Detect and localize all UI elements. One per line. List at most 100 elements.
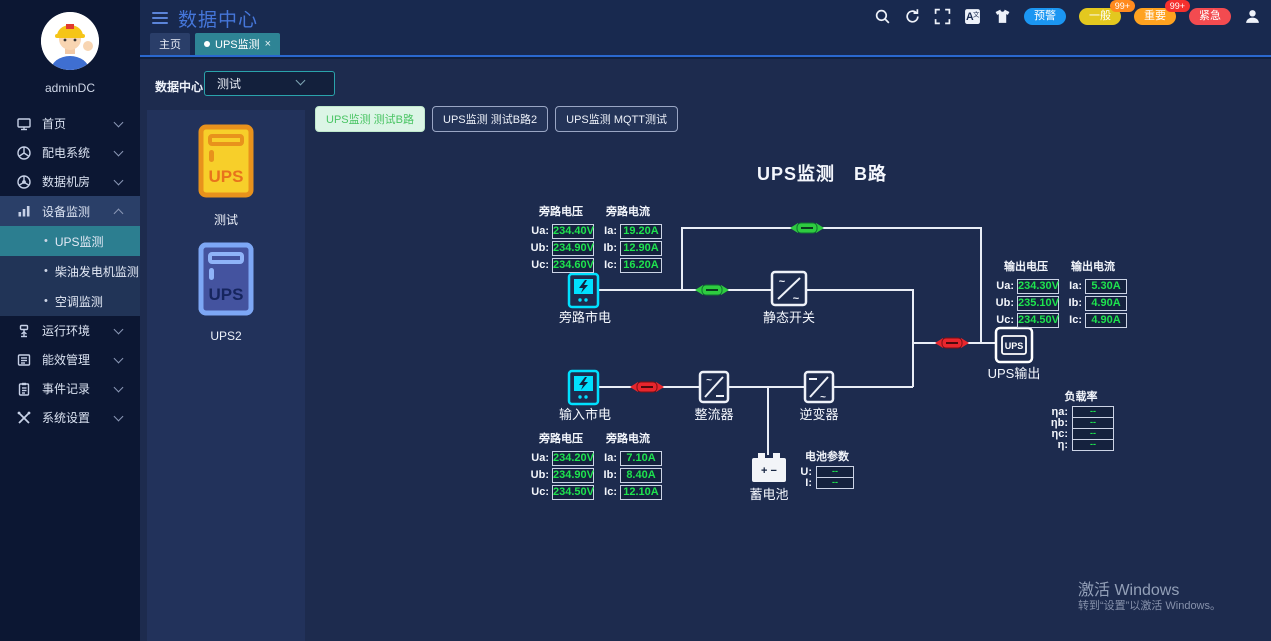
sidebar-item-data-room[interactable]: 数据机房 bbox=[0, 167, 140, 196]
switch-closed-green-icon bbox=[695, 285, 729, 295]
avatar[interactable]: adminDC bbox=[0, 0, 140, 95]
svg-text:~: ~ bbox=[779, 276, 786, 288]
svg-text:+ −: + − bbox=[761, 465, 777, 477]
rectifier-icon: ~ bbox=[700, 372, 728, 402]
sidebar-item-home[interactable]: 首页 bbox=[0, 109, 140, 138]
chip-mqtt-test[interactable]: UPS监测 MQTT测试 bbox=[555, 106, 678, 132]
svg-text:UPS: UPS bbox=[209, 167, 244, 186]
bypass-readings-bottom: 旁路电压 旁路电流 Ua:234.20V Ia:7.10A Ub:234.90V… bbox=[528, 430, 662, 500]
bypass-mains-icon bbox=[569, 274, 598, 307]
sidebar-item-energy[interactable]: 能效管理 bbox=[0, 345, 140, 374]
alert-button-warning[interactable]: 预警 bbox=[1024, 8, 1066, 25]
important-alert-badge: 99+ bbox=[1165, 0, 1190, 12]
ups-cabinet-blue-icon: UPS bbox=[198, 242, 254, 316]
svg-text:~: ~ bbox=[706, 375, 712, 386]
sidebar-item-ups-monitor[interactable]: UPS监测 bbox=[0, 226, 140, 256]
device-ups-test[interactable]: UPS 测试 bbox=[147, 124, 305, 228]
value-box: 234.90V bbox=[552, 468, 594, 483]
value-box: 234.50V bbox=[552, 485, 594, 500]
sidebar-menu: 首页 配电系统 数据机房 bbox=[0, 109, 140, 432]
fullscreen-icon[interactable] bbox=[934, 8, 951, 25]
svg-text:~: ~ bbox=[793, 293, 800, 305]
ups-output-icon: UPS bbox=[996, 328, 1032, 362]
chevron-down-icon bbox=[114, 146, 124, 156]
hamburger-menu-icon[interactable] bbox=[152, 9, 168, 27]
sidebar-group-device-monitor: 设备监测 UPS监测 柴油发电机监测 空调监测 bbox=[0, 196, 140, 316]
value-box: 234.30V bbox=[1017, 279, 1059, 294]
output-readings: 输出电压 输出电流 Ua:234.30V Ia:5.30A Ub:235.10V… bbox=[993, 258, 1127, 328]
svg-text:UPS: UPS bbox=[1005, 341, 1024, 351]
svg-text:旁路市电: 旁路市电 bbox=[559, 310, 611, 325]
theme-shirt-icon[interactable] bbox=[994, 8, 1011, 25]
device-ups-2[interactable]: UPS UPS2 bbox=[147, 242, 305, 343]
search-icon[interactable] bbox=[874, 8, 891, 25]
load-rate-readings: 负载率 ηa:-- ηb:-- ηc:-- η:-- bbox=[1048, 388, 1114, 451]
alert-button-general[interactable]: 一般 99+ bbox=[1079, 8, 1121, 25]
sidebar-item-settings[interactable]: 系统设置 bbox=[0, 403, 140, 432]
battery-params-readings: 电池参数 U:-- I:-- bbox=[800, 448, 854, 489]
windows-watermark-subtitle: 转到“设置”以激活 Windows。 bbox=[1078, 597, 1221, 613]
tab-home[interactable]: 主页 bbox=[150, 33, 190, 55]
sidebar-item-events[interactable]: 事件记录 bbox=[0, 374, 140, 403]
avatar-image bbox=[41, 12, 99, 70]
device-name: UPS2 bbox=[147, 329, 305, 343]
input-mains-icon bbox=[569, 371, 598, 404]
chevron-down-icon bbox=[114, 382, 124, 392]
value-box: -- bbox=[816, 477, 854, 489]
sensor-stand-icon bbox=[16, 323, 34, 339]
svg-text:整流器: 整流器 bbox=[694, 407, 733, 422]
alert-button-important[interactable]: 重要 99+ bbox=[1134, 8, 1176, 25]
value-box: 234.50V bbox=[1017, 313, 1059, 328]
chip-test-b-route-2[interactable]: UPS监测 测试B路2 bbox=[432, 106, 548, 132]
switch-open-red-icon bbox=[630, 382, 664, 392]
alert-button-urgent[interactable]: 紧急 bbox=[1189, 8, 1231, 25]
sidebar-item-environment[interactable]: 运行环境 bbox=[0, 316, 140, 345]
svg-text:逆变器: 逆变器 bbox=[799, 407, 838, 422]
ups-cabinet-yellow-icon: UPS bbox=[198, 124, 254, 198]
clipboard-icon bbox=[16, 381, 34, 397]
svg-text:蓄电池: 蓄电池 bbox=[749, 487, 788, 502]
svg-text:文: 文 bbox=[973, 10, 980, 19]
value-box: 5.30A bbox=[1085, 279, 1127, 294]
turbine-icon bbox=[16, 145, 34, 161]
chevron-down-icon bbox=[114, 117, 124, 127]
value-box: 234.40V bbox=[552, 224, 594, 239]
translate-icon[interactable]: A文 bbox=[964, 8, 981, 25]
value-box: 234.20V bbox=[552, 451, 594, 466]
turbine-icon bbox=[16, 174, 34, 190]
chevron-down-icon bbox=[114, 353, 124, 363]
sidebar: adminDC 首页 配电系统 数据机房 bbox=[0, 0, 140, 641]
close-icon[interactable] bbox=[265, 38, 271, 50]
sidebar-item-device-monitor[interactable]: 设备监测 bbox=[0, 196, 140, 226]
value-box: 234.60V bbox=[552, 258, 594, 273]
value-box: 8.40A bbox=[620, 468, 662, 483]
value-box: 19.20A bbox=[620, 224, 662, 239]
circuit-tabs: UPS监测 测试B路 UPS监测 测试B路2 UPS监测 MQTT测试 bbox=[315, 106, 678, 132]
sidebar-item-diesel-monitor[interactable]: 柴油发电机监测 bbox=[0, 256, 140, 286]
ledger-icon bbox=[16, 352, 34, 368]
general-alert-badge: 99+ bbox=[1110, 0, 1135, 12]
sidebar-item-aircon-monitor[interactable]: 空调监测 bbox=[0, 286, 140, 316]
value-box: 4.90A bbox=[1085, 296, 1127, 311]
device-name: 测试 bbox=[147, 211, 305, 228]
svg-text:静态开关: 静态开关 bbox=[763, 310, 815, 325]
chevron-down-icon bbox=[114, 175, 124, 185]
chip-test-b-route[interactable]: UPS监测 测试B路 bbox=[315, 106, 425, 132]
app-window: adminDC 首页 配电系统 数据机房 bbox=[0, 0, 1271, 641]
sidebar-item-power-system[interactable]: 配电系统 bbox=[0, 138, 140, 167]
value-box: 16.20A bbox=[620, 258, 662, 273]
ups-circuit-diagram: 旁路市电 ~ ~ 静态开关 输入市电 ~ bbox=[310, 130, 1271, 641]
switch-open-red-icon bbox=[935, 338, 969, 348]
chevron-down-icon bbox=[114, 411, 124, 421]
refresh-icon[interactable] bbox=[904, 8, 921, 25]
tab-ups-monitor[interactable]: UPS监测 bbox=[195, 33, 280, 55]
user-icon[interactable] bbox=[1244, 8, 1261, 25]
app-title: 数据中心 bbox=[178, 5, 258, 32]
datacenter-select[interactable]: 测试 bbox=[204, 71, 335, 96]
device-list-panel: UPS 测试 UPS UPS2 bbox=[147, 110, 305, 641]
svg-text:UPS: UPS bbox=[209, 285, 244, 304]
tools-icon bbox=[16, 410, 34, 426]
username: adminDC bbox=[0, 81, 140, 95]
value-box: 7.10A bbox=[620, 451, 662, 466]
chevron-up-icon bbox=[114, 208, 124, 218]
